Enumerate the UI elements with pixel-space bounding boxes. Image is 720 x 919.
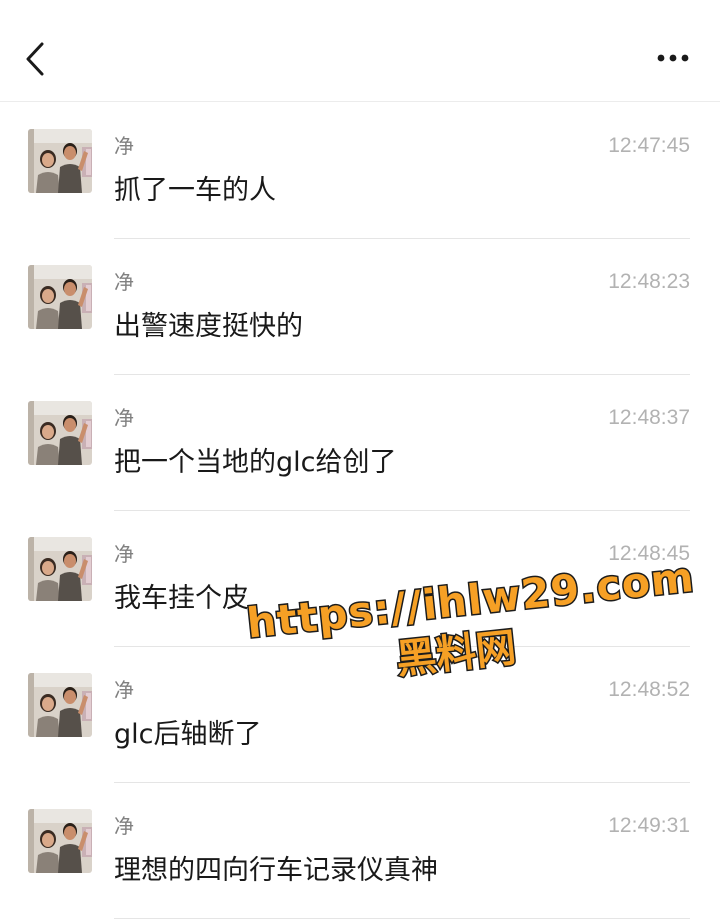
message-text: 我车挂个皮 <box>114 583 249 614</box>
message-time: 12:49:31 <box>608 814 690 837</box>
sender-name: 净 <box>114 542 134 566</box>
message-time: 12:48:52 <box>608 678 690 701</box>
chevron-left-icon <box>26 42 44 76</box>
message-time: 12:48:45 <box>608 542 690 565</box>
message-row[interactable]: 净 12:47:45 抓了一车的人 <box>0 103 720 239</box>
message-text: 抓了一车的人 <box>114 175 276 206</box>
message-row[interactable]: 净 12:48:45 我车挂个皮 <box>0 511 720 647</box>
sender-name: 净 <box>114 814 134 838</box>
sender-name: 净 <box>114 270 134 294</box>
avatar-image <box>28 537 92 601</box>
top-bar <box>0 0 720 102</box>
more-button[interactable] <box>648 40 698 76</box>
message-row[interactable]: 净 12:48:52 glc后轴断了 <box>0 647 720 783</box>
avatar-image <box>28 129 92 193</box>
back-button[interactable] <box>14 34 58 84</box>
avatar[interactable] <box>28 673 92 737</box>
avatar[interactable] <box>28 537 92 601</box>
avatar-image <box>28 401 92 465</box>
message-row[interactable]: 净 12:49:31 理想的四向行车记录仪真神 <box>0 783 720 919</box>
message-time: 12:48:37 <box>608 406 690 429</box>
sender-name: 净 <box>114 678 134 702</box>
message-time: 12:47:45 <box>608 134 690 157</box>
sender-name: 净 <box>114 134 134 158</box>
sender-name: 净 <box>114 406 134 430</box>
message-text: glc后轴断了 <box>114 719 262 750</box>
message-text: 出警速度挺快的 <box>114 311 303 342</box>
message-list: 净 12:47:45 抓了一车的人净 12:48:23 出警速度挺快的净 12:48:37… <box>0 103 720 919</box>
avatar-image <box>28 673 92 737</box>
message-text: 理想的四向行车记录仪真神 <box>114 855 438 886</box>
message-text: 把一个当地的glc给创了 <box>114 447 397 478</box>
avatar-image <box>28 265 92 329</box>
avatar-image <box>28 809 92 873</box>
message-time: 12:48:23 <box>608 270 690 293</box>
avatar[interactable] <box>28 401 92 465</box>
avatar[interactable] <box>28 129 92 193</box>
avatar[interactable] <box>28 809 92 873</box>
more-horizontal-icon <box>657 54 689 62</box>
message-row[interactable]: 净 12:48:23 出警速度挺快的 <box>0 239 720 375</box>
avatar[interactable] <box>28 265 92 329</box>
message-row[interactable]: 净 12:48:37 把一个当地的glc给创了 <box>0 375 720 511</box>
